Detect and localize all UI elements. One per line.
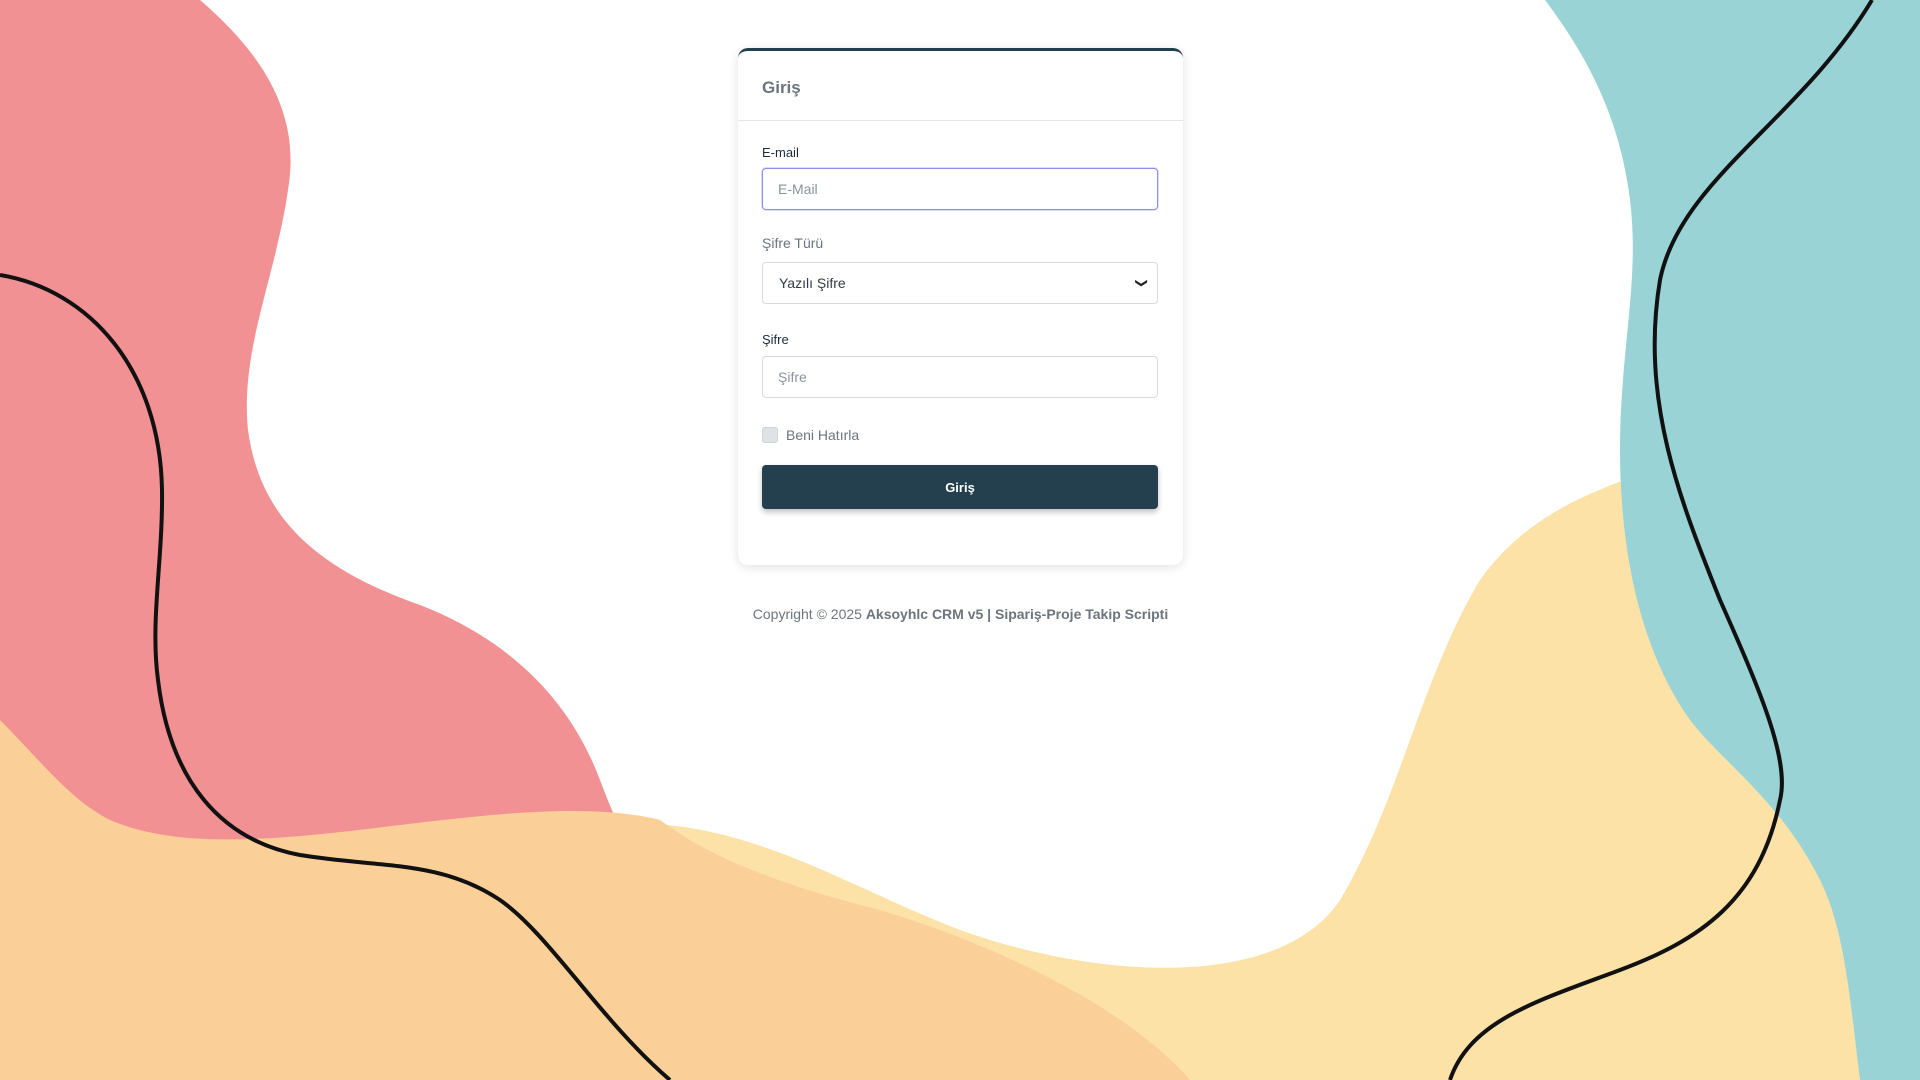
email-label: E-mail [762, 145, 799, 160]
remember-me-checkbox[interactable] [762, 427, 778, 443]
password-field[interactable] [762, 356, 1158, 398]
remember-me-row: Beni Hatırla [762, 427, 1159, 443]
password-type-label: Şifre Türü [762, 235, 824, 251]
login-form: E-mail Şifre Türü Yazılı Şifre ❯ Şifre B… [738, 145, 1183, 509]
copyright-footer: Copyright © 2025 Aksoyhlc CRM v5 | Sipar… [738, 606, 1183, 622]
remember-me-label: Beni Hatırla [786, 427, 860, 443]
card-header: Giriş [738, 51, 1183, 121]
login-button[interactable]: Giriş [762, 465, 1158, 509]
login-page: Giriş E-mail Şifre Türü Yazılı Şifre ❯ Ş… [0, 0, 1920, 1080]
chevron-down-icon: ❯ [1134, 277, 1149, 289]
password-type-selected: Yazılı Şifre [779, 275, 846, 291]
product-name: Aksoyhlc CRM v5 | Sipariş-Proje Takip Sc… [865, 606, 1169, 622]
login-card: Giriş E-mail Şifre Türü Yazılı Şifre ❯ Ş… [738, 48, 1183, 565]
email-field[interactable] [762, 168, 1158, 210]
card-title: Giriş [762, 78, 801, 97]
password-label: Şifre [762, 332, 789, 347]
copyright-text: Copyright © 2025 [752, 606, 862, 622]
red-blob [0, 0, 640, 860]
password-type-select[interactable]: Yazılı Şifre ❯ [762, 262, 1158, 304]
